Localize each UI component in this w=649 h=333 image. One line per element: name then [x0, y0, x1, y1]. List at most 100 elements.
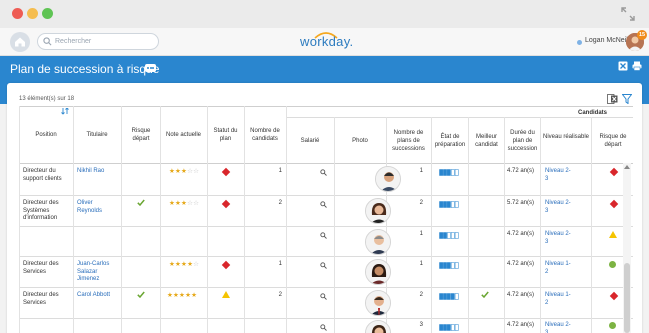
- candidate-photo[interactable]: [365, 198, 391, 224]
- close-window-button[interactable]: [12, 8, 23, 19]
- plan-status-diamond-icon: [221, 260, 231, 270]
- col-employee[interactable]: Salarié: [286, 137, 334, 145]
- best-candidate-check-icon: [481, 291, 489, 298]
- workday-logo[interactable]: workday.: [300, 34, 353, 49]
- row-position: Directeur du support clients: [23, 168, 62, 182]
- scrollbar-thumb[interactable]: [624, 263, 630, 333]
- row-holder-link[interactable]: Oliver Reynolds: [77, 200, 117, 215]
- readiness-segment: [439, 232, 443, 239]
- readiness-segment: [443, 324, 447, 331]
- col-departure-risk[interactable]: Risque départ: [127, 127, 155, 143]
- person-photo-icon: [376, 167, 400, 191]
- readiness-segment: [443, 232, 447, 239]
- col-photo[interactable]: Photo: [334, 137, 386, 145]
- col-level[interactable]: Niveau réalisable: [541, 133, 591, 141]
- scroll-up-icon[interactable]: [624, 165, 630, 169]
- maximize-window-button[interactable]: [42, 8, 53, 19]
- readiness-segment: [439, 201, 443, 208]
- person-photo-icon: [366, 291, 390, 315]
- user-name[interactable]: Logan McNeil: [585, 37, 628, 44]
- excel-icon[interactable]: [607, 94, 618, 104]
- more-icon: [147, 67, 149, 69]
- search-placeholder: Rechercher: [55, 38, 92, 45]
- top-navigation: Rechercher workday. Logan McNeil 15: [0, 28, 649, 56]
- readiness-segment: [450, 293, 455, 300]
- readiness-segment: [450, 201, 455, 208]
- readiness-segment: [439, 293, 443, 300]
- home-icon: [15, 37, 25, 47]
- col-rating[interactable]: Note actuelle: [160, 131, 207, 139]
- magnifier-icon[interactable]: [320, 293, 327, 300]
- readiness-bar: [439, 169, 459, 176]
- candidate-photo[interactable]: [375, 166, 401, 192]
- candidate-photo[interactable]: [365, 259, 391, 285]
- item-count: 13 élément(s) sur 18: [19, 96, 75, 102]
- row-duration: 4.72 an(s): [506, 231, 534, 237]
- readiness-segment: [447, 169, 451, 176]
- col-plan-status[interactable]: Statut du plan: [209, 127, 242, 143]
- row-holder-link[interactable]: Carol Abbott: [77, 292, 117, 300]
- row-candidate-count: 1: [278, 168, 282, 174]
- readiness-segment: [439, 324, 443, 331]
- row-plans-count: 1: [419, 168, 423, 174]
- home-button[interactable]: [10, 32, 30, 52]
- table-scrollbar[interactable]: [623, 163, 631, 333]
- row-holder-link[interactable]: Juan-Carlos Salazar Jimenez: [77, 261, 119, 284]
- succession-table: Candidats Position Titulaire Risque dépa…: [19, 106, 633, 333]
- readiness-segment: [439, 262, 443, 269]
- candidate-photo[interactable]: [365, 320, 391, 333]
- filter-icon[interactable]: [622, 94, 632, 104]
- row-level-link[interactable]: Niveau 1-2: [545, 292, 573, 307]
- row-duration: 5.72 an(s): [506, 200, 534, 206]
- check-icon: [137, 291, 145, 298]
- row-holder-link[interactable]: Nikhil Rao: [77, 168, 121, 176]
- page-title: Plan de succession à risque: [10, 62, 160, 76]
- magnifier-icon[interactable]: [320, 324, 327, 331]
- cand-risk-diamond-icon: [609, 199, 619, 209]
- more-actions-button[interactable]: [145, 64, 156, 72]
- col-holder[interactable]: Titulaire: [73, 131, 121, 139]
- candidates-group-header: Candidats: [577, 110, 607, 116]
- cand-risk-diamond-icon: [609, 167, 619, 177]
- check-icon: [137, 199, 145, 206]
- readiness-segment: [443, 201, 447, 208]
- row-level-link[interactable]: Niveau 2-3: [545, 322, 573, 333]
- notification-badge[interactable]: 15: [637, 30, 647, 40]
- row-level-link[interactable]: Niveau 2-3: [545, 231, 573, 246]
- row-level-link[interactable]: Niveau 2-3: [545, 168, 573, 183]
- row-position: Directeur des Systèmes d'information: [23, 200, 59, 221]
- col-succession-plans[interactable]: Nombre de plans de successions: [387, 129, 430, 153]
- person-photo-icon: [366, 321, 390, 333]
- col-readiness[interactable]: État de préparation: [432, 133, 468, 149]
- window-titlebar: [0, 0, 649, 28]
- candidate-photo[interactable]: [365, 290, 391, 316]
- row-plans-count: 1: [419, 231, 423, 237]
- excel-export-icon[interactable]: [618, 61, 628, 71]
- col-position[interactable]: Position: [19, 131, 73, 139]
- candidate-photo[interactable]: [365, 229, 391, 255]
- warning-icon: [222, 291, 230, 298]
- row-level-link[interactable]: Niveau 1-2: [545, 261, 573, 276]
- row-candidate-count: 1: [278, 261, 282, 267]
- sort-icon[interactable]: [61, 108, 70, 115]
- col-cand-departure-risk[interactable]: Risque de départ: [593, 133, 633, 149]
- readiness-segment: [450, 324, 455, 331]
- row-level-link[interactable]: Niveau 2-3: [545, 200, 573, 215]
- row-plans-count: 2: [419, 292, 423, 298]
- magnifier-icon[interactable]: [320, 201, 327, 208]
- magnifier-icon[interactable]: [320, 232, 327, 239]
- col-best-candidate[interactable]: Meilleur candidat: [469, 133, 504, 149]
- magnifier-icon[interactable]: [320, 169, 327, 176]
- search-input[interactable]: Rechercher: [37, 33, 159, 50]
- readiness-segment: [443, 262, 447, 269]
- plan-status-diamond-icon: [221, 167, 231, 177]
- col-plan-duration[interactable]: Durée du plan de succession: [505, 129, 540, 153]
- print-icon[interactable]: [632, 61, 642, 71]
- minimize-window-button[interactable]: [27, 8, 38, 19]
- readiness-segment: [443, 169, 447, 176]
- cand-risk-diamond-icon: [609, 291, 619, 301]
- col-candidate-count[interactable]: Nombre de candidats: [246, 127, 284, 143]
- magnifier-icon[interactable]: [320, 262, 327, 269]
- person-photo-icon: [366, 260, 390, 284]
- expand-icon[interactable]: [621, 7, 635, 21]
